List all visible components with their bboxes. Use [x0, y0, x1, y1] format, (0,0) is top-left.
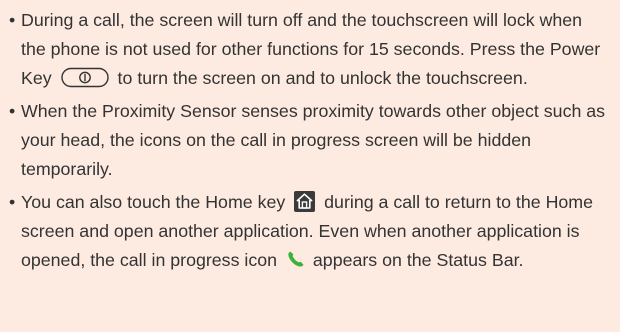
note-text: appears on the Status Bar. [312, 250, 524, 270]
bullet: • [9, 192, 16, 212]
note-home-key: • You can also touch the Home key during… [9, 188, 608, 275]
note-screen-lock: • During a call, the screen will turn of… [9, 6, 608, 93]
call-in-progress-icon [286, 249, 306, 269]
note-text: to turn the screen on and to unlock the … [117, 68, 528, 88]
note-text: You can also touch the Home key [21, 192, 286, 212]
bullet: • [9, 10, 16, 30]
power-key-icon [60, 67, 109, 88]
bullet: • [9, 101, 16, 121]
note-text: When the Proximity Sensor senses proximi… [21, 101, 606, 179]
home-key-icon [294, 190, 316, 212]
note-proximity-sensor: • When the Proximity Sensor senses proxi… [9, 97, 608, 184]
notes-panel: • During a call, the screen will turn of… [0, 0, 620, 332]
